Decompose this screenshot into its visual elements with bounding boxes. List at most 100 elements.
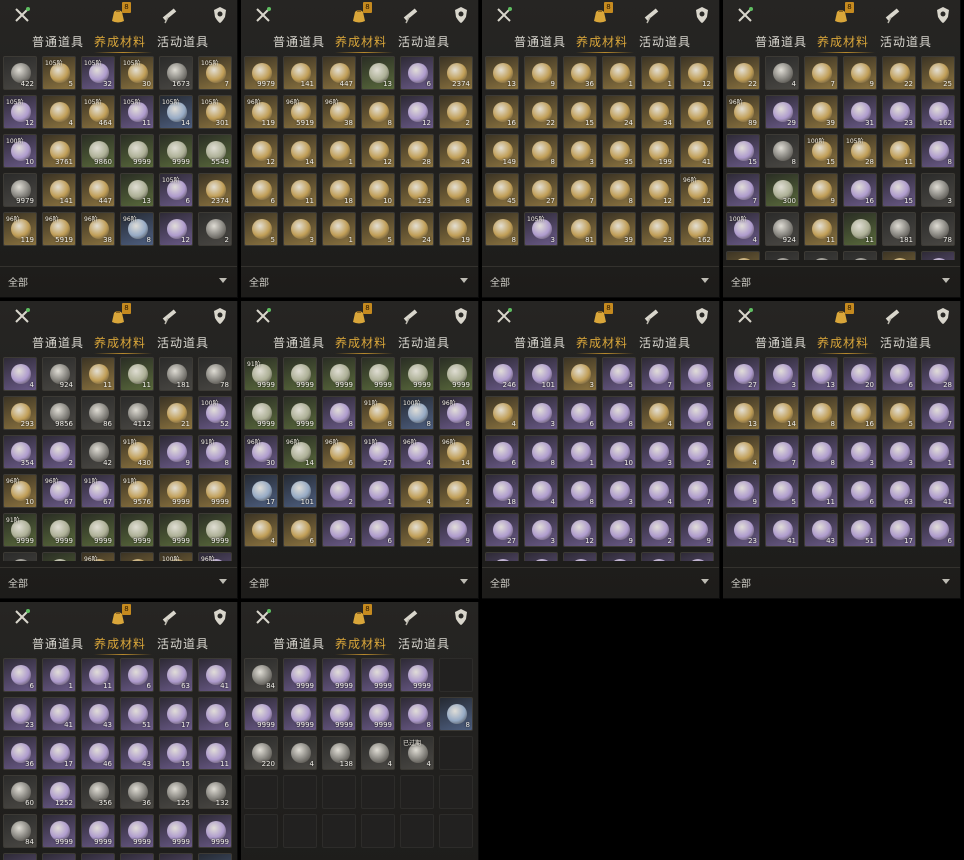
item-slot[interactable]: 9999 <box>322 697 356 731</box>
item-slot[interactable]: 9 <box>602 513 636 547</box>
item-slot[interactable]: 41 <box>42 697 76 731</box>
item-slot[interactable]: 9999 <box>361 697 395 731</box>
item-slot[interactable]: 101 <box>524 357 558 391</box>
item-slot[interactable]: 11 <box>81 658 115 692</box>
item-slot[interactable]: 63 <box>159 658 193 692</box>
item-slot[interactable]: 6 <box>120 658 154 692</box>
item-slot[interactable]: 5 <box>602 357 636 391</box>
item-slot[interactable]: 8 <box>524 134 558 168</box>
item-slot[interactable]: 105阶 14 <box>159 95 193 129</box>
item-slot[interactable]: 105阶 30 <box>120 56 154 90</box>
item-slot[interactable]: 8 <box>439 173 473 207</box>
item-slot[interactable]: 96阶 12 <box>680 173 714 207</box>
item-slot[interactable]: 9999 <box>42 814 76 848</box>
tab-event-items[interactable]: 活动道具 <box>639 333 691 353</box>
item-slot[interactable]: 105阶 3 <box>524 212 558 246</box>
item-slot[interactable]: 17 <box>244 474 278 508</box>
item-slot[interactable]: 4 <box>726 435 760 469</box>
item-slot[interactable]: 8 <box>602 173 636 207</box>
shield-icon[interactable] <box>210 306 230 326</box>
item-slot[interactable]: 46 <box>81 736 115 770</box>
item-slot[interactable]: 43 <box>81 697 115 731</box>
item-slot[interactable]: 3 <box>524 513 558 547</box>
item-slot[interactable]: 4 <box>283 736 317 770</box>
item-slot[interactable]: 141 <box>283 56 317 90</box>
item-slot[interactable]: 11 <box>843 212 877 246</box>
item-slot[interactable]: 7 <box>726 173 760 207</box>
item-slot[interactable]: 9999 <box>283 396 317 430</box>
item-slot[interactable]: 12 <box>400 95 434 129</box>
item-slot[interactable]: 4112 <box>843 251 877 260</box>
item-slot[interactable]: 9999 <box>244 396 278 430</box>
item-slot[interactable]: 96阶 5919 <box>283 95 317 129</box>
item-slot[interactable]: 2 <box>641 513 675 547</box>
item-slot[interactable]: 138 <box>322 736 356 770</box>
item-slot[interactable]: 9999 <box>159 474 193 508</box>
item-slot[interactable]: 8 <box>602 396 636 430</box>
item-slot[interactable]: 100阶 15 <box>804 134 838 168</box>
item-slot[interactable]: 3 <box>524 396 558 430</box>
item-slot[interactable]: 123 <box>400 173 434 207</box>
item-slot[interactable]: 2 <box>680 435 714 469</box>
item-slot[interactable]: 18 <box>485 474 519 508</box>
item-slot[interactable]: 9860 <box>81 134 115 168</box>
telescope-icon[interactable] <box>160 607 180 627</box>
item-slot[interactable]: 100阶 8 <box>400 396 434 430</box>
item-slot[interactable]: 6 <box>198 697 232 731</box>
item-slot[interactable]: 9999 <box>439 357 473 391</box>
item-slot[interactable]: 1 <box>921 435 955 469</box>
item-slot[interactable]: 2 <box>439 474 473 508</box>
item-slot[interactable]: 199 <box>641 134 675 168</box>
crossed-weapons-icon[interactable] <box>12 607 32 627</box>
item-slot[interactable]: 96阶 30 <box>244 435 278 469</box>
item-slot[interactable]: 6 <box>843 474 877 508</box>
item-slot[interactable]: 13 <box>120 173 154 207</box>
shield-icon[interactable] <box>692 306 712 326</box>
item-slot[interactable]: 6 <box>680 95 714 129</box>
telescope-icon[interactable] <box>883 5 903 25</box>
item-slot[interactable]: 1673 <box>159 56 193 90</box>
item-slot[interactable]: 5549 <box>198 134 232 168</box>
item-slot[interactable]: 6 <box>244 173 278 207</box>
tab-common-items[interactable]: 普通道具 <box>32 634 84 654</box>
item-slot[interactable]: 15 <box>882 173 916 207</box>
item-slot[interactable]: 100阶9 <box>159 552 193 561</box>
item-slot[interactable]: 4 <box>485 396 519 430</box>
item-slot[interactable]: 9999 <box>42 552 76 561</box>
item-slot[interactable]: 5 <box>765 474 799 508</box>
item-slot[interactable]: 34 <box>641 95 675 129</box>
tab-event-items[interactable]: 活动道具 <box>398 333 450 353</box>
item-slot[interactable]: 9999 <box>244 697 278 731</box>
crossed-weapons-icon[interactable] <box>735 5 755 25</box>
filter-dropdown[interactable]: 全部 <box>0 567 237 593</box>
item-slot[interactable]: 422 <box>3 56 37 90</box>
item-slot[interactable]: 9 <box>439 513 473 547</box>
tab-common-items[interactable]: 普通道具 <box>514 32 566 52</box>
item-slot[interactable]: 447 <box>322 56 356 90</box>
item-slot[interactable]: 101 <box>283 474 317 508</box>
item-slot[interactable]: 3 <box>921 173 955 207</box>
filter-dropdown[interactable]: 全部 <box>482 567 719 593</box>
item-slot[interactable]: 8 <box>680 357 714 391</box>
shield-icon[interactable] <box>451 306 471 326</box>
item-slot[interactable]: 4112 <box>120 396 154 430</box>
item-slot[interactable]: 11 <box>283 173 317 207</box>
item-slot[interactable]: 9999 <box>400 658 434 692</box>
telescope-icon[interactable] <box>883 306 903 326</box>
item-slot[interactable]: 10 <box>602 435 636 469</box>
item-slot[interactable]: 3 <box>882 435 916 469</box>
item-slot[interactable]: 36 <box>3 736 37 770</box>
item-slot[interactable]: 1 <box>361 474 395 508</box>
item-slot[interactable]: 3 <box>563 134 597 168</box>
item-slot[interactable]: 86 <box>81 396 115 430</box>
item-slot[interactable]: 3 <box>563 357 597 391</box>
tab-common-items[interactable]: 普通道具 <box>755 333 807 353</box>
item-slot[interactable]: 24 <box>602 95 636 129</box>
crossed-weapons-icon[interactable] <box>494 5 514 25</box>
item-slot[interactable]: 17 <box>882 513 916 547</box>
item-slot[interactable]: 3 <box>843 435 877 469</box>
item-slot[interactable]: 63 <box>882 474 916 508</box>
item-slot[interactable]: 2374 <box>198 173 232 207</box>
item-slot[interactable]: 15 <box>726 134 760 168</box>
filter-dropdown[interactable]: 全部 <box>241 266 478 292</box>
